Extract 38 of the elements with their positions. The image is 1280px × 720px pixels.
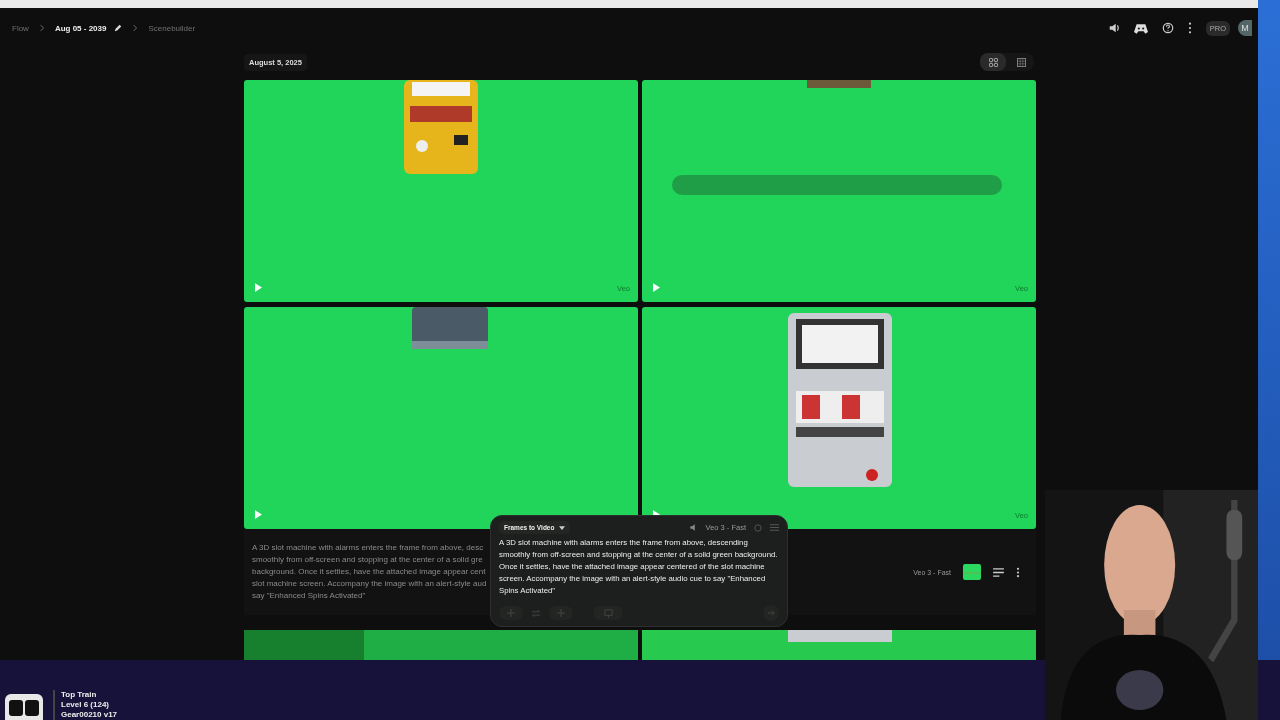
overlay-text: Gear00210 v17: [61, 710, 118, 720]
description-line: background. Once it settles, have the attached image appear cent: [252, 566, 487, 578]
more-icon[interactable]: [1016, 566, 1020, 578]
grid-view-button[interactable]: [980, 53, 1006, 71]
chevron-icon: [38, 24, 45, 32]
speaker-icon: [688, 523, 698, 532]
swap-icon[interactable]: [531, 609, 541, 617]
overlay-text: Top Train: [61, 690, 98, 700]
thumbnail[interactable]: [963, 564, 981, 580]
breadcrumb-link[interactable]: Aug 05 - 2039: [54, 23, 107, 33]
add-button[interactable]: [549, 606, 573, 620]
pencil-icon[interactable]: [114, 24, 123, 32]
help-icon[interactable]: [1161, 22, 1174, 34]
send-button[interactable]: [763, 605, 779, 621]
frame-button[interactable]: [593, 606, 623, 620]
description-line: say "Enhanced Spins Activated": [252, 590, 367, 602]
add-button[interactable]: [499, 606, 523, 620]
more-icon[interactable]: [1187, 22, 1192, 34]
avatar[interactable]: M: [1238, 20, 1252, 36]
settings-icon[interactable]: [770, 523, 779, 532]
arrow-icon: [767, 609, 775, 617]
description-line: A 3D slot machine with alarms enters the frame from above, desc: [252, 542, 485, 554]
plus-icon: [507, 609, 515, 617]
circle-icon[interactable]: [754, 523, 762, 532]
grid-icon: [988, 57, 998, 67]
table-icon: [1016, 57, 1026, 67]
app-icon: [5, 694, 43, 720]
frame-icon: [603, 608, 613, 618]
description-line: slot machine screen. Accompany the image with an alert-style aud: [252, 578, 488, 590]
overlay-text: Level 6 (124): [61, 700, 111, 710]
controller-icon[interactable]: [1133, 22, 1148, 34]
reorder-icon[interactable]: [993, 567, 1004, 577]
breadcrumb-link[interactable]: Scenebuilder: [148, 23, 196, 33]
description-line: smoothly from off-screen and stopping at the center of a solid gre: [252, 554, 484, 566]
speaker-icon[interactable]: [1107, 22, 1120, 34]
plus-icon: [557, 609, 565, 617]
chevron-icon: [132, 24, 139, 32]
breadcrumb-link[interactable]: Flow: [12, 23, 29, 33]
